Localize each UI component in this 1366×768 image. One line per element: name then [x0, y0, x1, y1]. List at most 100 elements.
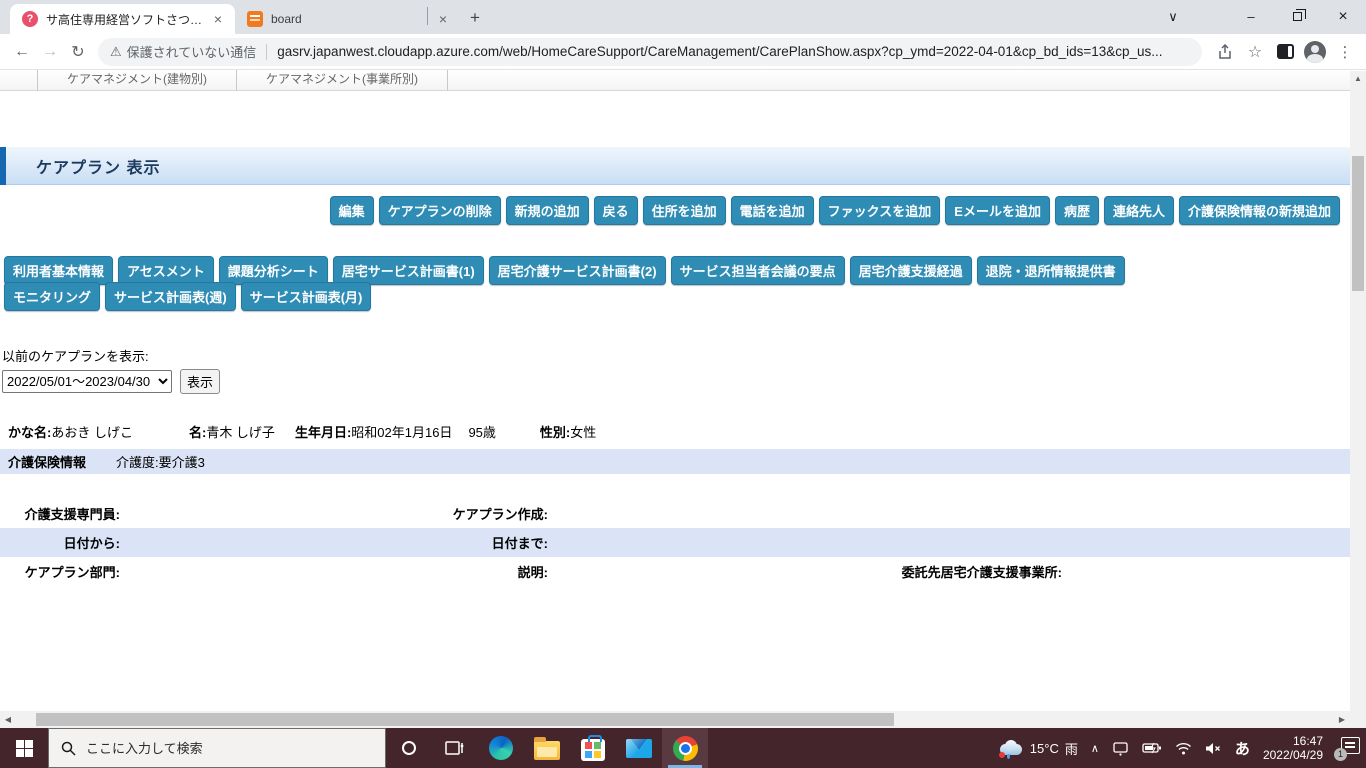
user-basic-info-button[interactable]: 利用者基本情報 — [4, 256, 114, 285]
weather-widget[interactable]: 15°C 雨 — [998, 739, 1078, 759]
security-warning[interactable]: ⚠ 保護されていない通信 — [110, 42, 256, 61]
toolbar-actions: ☆ ⋮ — [1212, 39, 1358, 65]
wifi-icon[interactable] — [1175, 742, 1192, 755]
add-phone-button[interactable]: 電話を追加 — [730, 196, 814, 225]
file-explorer-icon — [534, 736, 560, 760]
gender-label: 性別: — [539, 425, 571, 440]
browser-tab-board[interactable]: board × — [235, 4, 460, 34]
url-divider — [266, 43, 268, 60]
share-icon[interactable] — [1212, 39, 1238, 65]
clock-widget[interactable]: 16:47 2022/04/29 — [1263, 734, 1323, 762]
weather-rain-icon — [998, 740, 1024, 759]
url-text[interactable]: gasrv.japanwest.cloudapp.azure.com/web/H… — [277, 44, 1190, 59]
discharge-info-button[interactable]: 退院・退所情報提供書 — [976, 256, 1125, 285]
volume-muted-icon[interactable] — [1205, 742, 1222, 755]
clock-time: 16:47 — [1292, 734, 1323, 748]
field-row-1: 介護支援専門員: ケアプラン作成: — [0, 499, 1350, 528]
warning-icon: ⚠ — [110, 43, 122, 59]
taskbar-search-box[interactable] — [48, 728, 386, 768]
start-button[interactable] — [0, 728, 48, 768]
delete-careplan-button[interactable]: ケアプランの削除 — [378, 196, 501, 225]
add-new-button[interactable]: 新規の追加 — [505, 196, 589, 225]
task-view-button[interactable] — [432, 728, 478, 768]
microsoft-store-button[interactable] — [570, 728, 616, 768]
nav-item-building[interactable]: ケアマネジメント(建物別) — [37, 69, 236, 91]
home-care-service-plan2-button[interactable]: 居宅介護サービス計画書(2) — [488, 256, 666, 285]
notification-badge: 1 — [1334, 748, 1347, 761]
action-center-button[interactable]: 1 — [1334, 737, 1360, 761]
home-service-plan1-button[interactable]: 居宅サービス計画書(1) — [332, 256, 484, 285]
tab-close-icon[interactable]: × — [211, 11, 225, 27]
scroll-up-arrow-icon[interactable]: ▲ — [1350, 71, 1366, 87]
add-fax-button[interactable]: ファックスを追加 — [818, 196, 941, 225]
bookmark-star-icon[interactable]: ☆ — [1242, 39, 1268, 65]
back-icon[interactable]: ← — [8, 43, 36, 61]
monitoring-button[interactable]: モニタリング — [4, 282, 101, 311]
profile-avatar-icon[interactable] — [1302, 39, 1328, 65]
ime-language-icon[interactable]: あ — [1235, 738, 1250, 759]
minimize-button[interactable]: – — [1228, 0, 1274, 34]
service-plan-monthly-button[interactable]: サービス計画表(月) — [240, 282, 372, 311]
tab-search-chevron-icon[interactable]: ∨ — [1148, 0, 1198, 34]
contact-person-button[interactable]: 連絡先人 — [1103, 196, 1174, 225]
horizontal-scrollbar[interactable]: ◀ ▶ — [0, 711, 1350, 728]
add-email-button[interactable]: Eメールを追加 — [945, 196, 1050, 225]
show-button[interactable]: 表示 — [180, 369, 220, 394]
reload-icon[interactable]: ↻ — [64, 42, 92, 62]
scrollbar-corner — [1350, 711, 1366, 728]
restore-button[interactable] — [1274, 0, 1320, 34]
document-button-row-2: モニタリング サービス計画表(週) サービス計画表(月) — [4, 282, 372, 311]
window-controls: ∨ – × — [1148, 0, 1366, 34]
temperature-value: 15°C — [1029, 740, 1059, 756]
windows-taskbar: 15°C 雨 ∧ あ 16:47 2022/04/29 1 — [0, 728, 1366, 768]
mail-button[interactable] — [616, 728, 662, 768]
search-icon — [61, 741, 76, 756]
service-plan-weekly-button[interactable]: サービス計画表(週) — [105, 282, 236, 311]
browser-menu-icon[interactable]: ⋮ — [1332, 39, 1358, 65]
cast-display-icon[interactable] — [1112, 741, 1129, 756]
insurance-heading: 介護保険情報 — [8, 455, 87, 470]
age-value: 95歳 — [468, 425, 496, 440]
service-meeting-summary-button[interactable]: サービス担当者会議の要点 — [670, 256, 845, 285]
tab-close-icon[interactable]: × — [436, 11, 450, 27]
chrome-button-active[interactable] — [662, 728, 708, 768]
kana-label: かな名: — [8, 425, 52, 440]
home-care-support-log-button[interactable]: 居宅介護支援経過 — [849, 256, 972, 285]
side-panel-icon[interactable] — [1272, 39, 1298, 65]
edit-button[interactable]: 編集 — [329, 196, 374, 225]
vertical-scrollbar[interactable]: ▲ ▼ — [1350, 71, 1366, 728]
careplan-period-select[interactable]: 2022/05/01～2023/04/30 — [2, 370, 172, 393]
care-level-value: 介護度:要介護3 — [116, 455, 205, 470]
close-button[interactable]: × — [1320, 0, 1366, 34]
title-accent-bar — [0, 146, 6, 185]
previous-careplan-controls: 2022/05/01～2023/04/30 表示 — [2, 369, 220, 394]
mail-icon — [626, 738, 652, 758]
scroll-right-arrow-icon[interactable]: ▶ — [1334, 715, 1350, 724]
cortana-button[interactable] — [386, 728, 432, 768]
address-bar[interactable]: ⚠ 保護されていない通信 gasrv.japanwest.cloudapp.az… — [98, 37, 1202, 66]
issue-analysis-sheet-button[interactable]: 課題分析シート — [218, 256, 328, 285]
patient-info-row: かな名:あおき しげこ 名:青木 しげ子 生年月日:昭和02年1月16日 95歳 … — [8, 422, 596, 441]
nav-item-office[interactable]: ケアマネジメント(事業所別) — [236, 69, 448, 91]
browser-tab-active[interactable]: ? サ高住専用経営ソフトさつきちゃん × — [10, 4, 235, 34]
scroll-left-arrow-icon[interactable]: ◀ — [0, 715, 16, 724]
horizontal-scroll-thumb[interactable] — [36, 713, 894, 726]
new-tab-button[interactable]: + — [460, 8, 490, 28]
add-address-button[interactable]: 住所を追加 — [642, 196, 726, 225]
vertical-scroll-thumb[interactable] — [1352, 156, 1364, 291]
battery-charging-icon[interactable] — [1142, 742, 1162, 754]
taskbar-search-input[interactable] — [86, 740, 336, 756]
name-value: 青木 しげ子 — [206, 425, 275, 440]
birthdate-label: 生年月日: — [294, 425, 352, 440]
edge-button[interactable] — [478, 728, 524, 768]
forward-icon[interactable]: → — [36, 43, 64, 61]
medical-history-button[interactable]: 病歴 — [1054, 196, 1099, 225]
page-title-band: ケアプラン 表示 — [0, 146, 1350, 185]
back-button[interactable]: 戻る — [593, 196, 638, 225]
assessment-button[interactable]: アセスメント — [118, 256, 214, 285]
tray-expand-chevron-icon[interactable]: ∧ — [1091, 742, 1099, 755]
file-explorer-button[interactable] — [524, 728, 570, 768]
question-badge-icon: ? — [22, 11, 38, 27]
add-insurance-info-button[interactable]: 介護保険情報の新規追加 — [1178, 196, 1340, 225]
birthdate-value: 昭和02年1月16日 — [351, 425, 453, 440]
